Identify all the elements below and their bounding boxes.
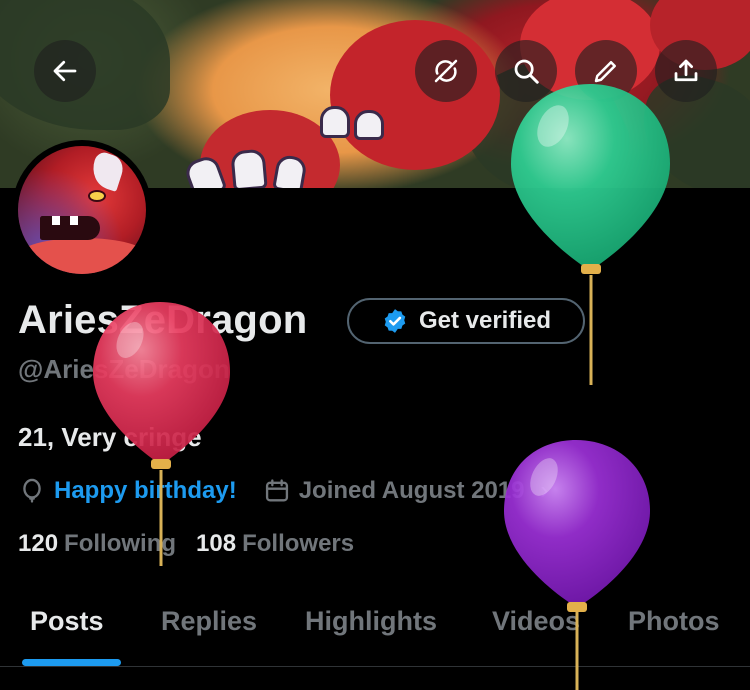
birthday-text: Happy birthday! — [54, 477, 237, 504]
avatar[interactable] — [12, 140, 152, 280]
follow-stats: 120 Following 108 Followers — [18, 530, 354, 558]
refresh-off-icon — [434, 59, 458, 83]
following-count: 120 — [18, 530, 59, 557]
followers-count: 108 — [196, 530, 237, 557]
birthday-item[interactable]: Happy birthday! — [18, 477, 237, 505]
profile-meta: Happy birthday! Joined August 2019 › — [18, 474, 549, 508]
chevron-right-icon: › — [540, 477, 549, 504]
edit-button[interactable] — [575, 40, 637, 102]
tab-highlights[interactable]: Highlights — [305, 590, 437, 666]
tabs-divider — [0, 666, 750, 667]
joined-text: Joined August 2019 — [298, 477, 525, 504]
balloon-icon — [23, 478, 41, 503]
user-handle: @AriesZeDragon — [18, 354, 230, 384]
avatar-image — [18, 146, 146, 274]
verified-badge-icon — [384, 309, 406, 333]
tab-posts[interactable]: Posts — [30, 590, 104, 666]
arrow-left-icon — [53, 60, 77, 82]
back-button[interactable] — [34, 40, 96, 102]
profile-tabs: Posts Replies Highlights Videos Photos — [0, 590, 750, 666]
pencil-icon — [594, 61, 616, 83]
active-tab-indicator — [22, 659, 121, 666]
tab-videos[interactable]: Videos — [492, 590, 580, 666]
tab-photos[interactable]: Photos — [628, 590, 720, 666]
joined-item[interactable]: Joined August 2019 › — [263, 477, 549, 505]
share-button[interactable] — [655, 40, 717, 102]
search-button[interactable] — [495, 40, 557, 102]
following-label: Following — [64, 530, 177, 557]
tab-replies[interactable]: Replies — [161, 590, 257, 666]
calendar-icon — [265, 479, 288, 502]
followers-label: Followers — [242, 530, 355, 557]
sync-off-button[interactable] — [415, 40, 477, 102]
get-verified-button[interactable]: Get verified — [347, 298, 585, 344]
search-icon — [514, 59, 539, 84]
get-verified-label: Get verified — [418, 307, 552, 334]
share-icon — [674, 59, 698, 82]
display-name: AriesZeDragon — [18, 298, 308, 342]
followers-link[interactable]: 108 Followers — [196, 530, 354, 558]
bio: 21, Very cringe — [18, 422, 202, 452]
following-link[interactable]: 120 Following — [18, 530, 176, 558]
